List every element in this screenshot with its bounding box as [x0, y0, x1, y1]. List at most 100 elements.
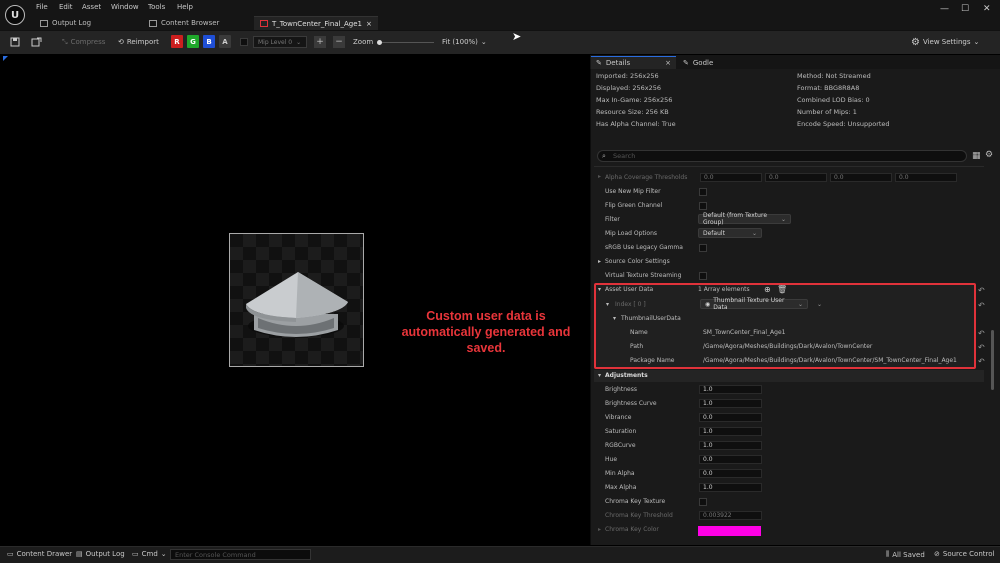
close-tab-icon[interactable]: ×: [366, 20, 372, 28]
mip-minus-button[interactable]: −: [333, 36, 345, 48]
reset-to-default-icon[interactable]: ↶: [978, 329, 985, 338]
all-saved-button[interactable]: ⫼ All Saved: [886, 550, 925, 559]
view-settings-button[interactable]: ⚙ View Settings ⌄: [911, 36, 979, 48]
zoom-slider-track[interactable]: [379, 42, 434, 43]
vibrance-field[interactable]: 0.0: [699, 413, 762, 422]
reimport-button[interactable]: ⟲ Reimport: [118, 36, 159, 48]
info-encode-speed: Encode Speed: Unsupported: [797, 120, 890, 128]
console-input[interactable]: Enter Console Command: [170, 549, 311, 560]
menu-window[interactable]: Window: [111, 3, 139, 11]
collapse-arrow-icon[interactable]: ▾: [598, 372, 601, 379]
chroma-key-texture-checkbox[interactable]: [699, 498, 707, 506]
reset-to-default-icon[interactable]: ↶: [978, 357, 985, 366]
reimport-label: Reimport: [126, 38, 159, 46]
reset-to-default-icon[interactable]: ↶: [978, 301, 985, 310]
expand-arrow-icon[interactable]: ▸: [598, 526, 601, 533]
drawer-icon: ▭: [7, 550, 14, 558]
view-settings-label: View Settings: [922, 38, 971, 46]
chevron-down-icon: ⌄: [296, 38, 302, 46]
menu-help[interactable]: Help: [177, 3, 193, 11]
brightness-curve-field[interactable]: 1.0: [699, 399, 762, 408]
alpha-coverage-x-field[interactable]: 0.0: [700, 173, 762, 182]
details-search-input[interactable]: ⌕ Search: [597, 150, 967, 162]
expand-arrow-icon[interactable]: ▸: [598, 258, 601, 265]
mip-checkbox[interactable]: [240, 38, 248, 46]
prop-rgbcurve-label: RGBCurve: [605, 442, 636, 449]
channel-a-toggle[interactable]: A: [219, 35, 231, 48]
hue-field[interactable]: 0.0: [699, 455, 762, 464]
details-scrollbar[interactable]: [991, 330, 994, 390]
saturation-field[interactable]: 1.0: [699, 427, 762, 436]
prop-max-alpha-label: Max Alpha: [605, 484, 637, 491]
prop-alpha-coverage-label: Alpha Coverage Thresholds: [605, 174, 688, 181]
prop-chroma-key-texture-label: Chroma Key Texture: [605, 498, 666, 505]
tab-details[interactable]: ✎ Details ×: [591, 56, 676, 69]
close-window-button[interactable]: ✕: [983, 4, 991, 14]
adjustments-label: Adjustments: [605, 372, 648, 379]
fit-dropdown[interactable]: Fit (100%) ⌄: [442, 36, 487, 48]
tab-content-browser[interactable]: Content Browser: [143, 16, 225, 30]
tab-texture-editor[interactable]: T_TownCenter_Final_Age1 ×: [254, 16, 378, 30]
use-new-mip-filter-checkbox[interactable]: [699, 188, 707, 196]
flip-green-checkbox[interactable]: [699, 202, 707, 210]
filter-dropdown[interactable]: Default (from Texture Group) ⌄: [698, 212, 791, 226]
menu-tools[interactable]: Tools: [148, 3, 165, 11]
prop-min-alpha-label: Min Alpha: [605, 470, 635, 477]
mip-level-dropdown[interactable]: Mip Level 0 ⌄: [253, 36, 307, 48]
log-icon: ▤: [76, 550, 83, 558]
settings-gear-icon[interactable]: ⚙: [985, 150, 993, 160]
menu-edit[interactable]: Edit: [59, 3, 73, 11]
adjustments-header[interactable]: [594, 370, 984, 382]
reset-to-default-icon[interactable]: ↶: [978, 286, 985, 295]
mip-plus-button[interactable]: +: [314, 36, 326, 48]
content-drawer-button[interactable]: ▭ Content Drawer: [7, 550, 72, 558]
info-num-mips: Number of Mips: 1: [797, 108, 857, 116]
rgbcurve-field[interactable]: 1.0: [699, 441, 762, 450]
prop-brightness-label: Brightness: [605, 386, 637, 393]
chroma-key-color-swatch[interactable]: [698, 526, 761, 536]
unreal-logo-icon[interactable]: U: [5, 5, 25, 25]
prop-vibrance-label: Vibrance: [605, 414, 632, 421]
chevron-down-icon: ⌄: [751, 229, 757, 237]
min-alpha-field[interactable]: 0.0: [699, 469, 762, 478]
minimize-button[interactable]: —: [940, 4, 949, 14]
pencil-icon: ✎: [683, 58, 689, 67]
menu-asset[interactable]: Asset: [82, 3, 101, 11]
virtual-streaming-checkbox[interactable]: [699, 272, 707, 280]
cmd-dropdown[interactable]: ▭ Cmd ⌄: [132, 550, 167, 558]
chroma-key-threshold-field[interactable]: 0.003922: [699, 511, 762, 520]
grid-view-icon[interactable]: ▦: [972, 151, 981, 161]
srgb-legacy-checkbox[interactable]: [699, 244, 707, 252]
maximize-button[interactable]: ☐: [961, 4, 969, 14]
tab-label: Content Browser: [161, 19, 220, 27]
expand-arrow-icon[interactable]: ▸: [598, 173, 601, 180]
texture-icon: [260, 20, 268, 27]
tab-godle[interactable]: ✎ Godle: [678, 56, 718, 69]
prop-use-new-mip-filter-label: Use New Mip Filter: [605, 188, 661, 195]
prop-source-color-label: Source Color Settings: [605, 258, 670, 265]
max-alpha-field[interactable]: 1.0: [699, 483, 762, 492]
alpha-coverage-w-field[interactable]: 0.0: [895, 173, 957, 182]
reset-to-default-icon[interactable]: ↶: [978, 343, 985, 352]
close-tab-icon[interactable]: ×: [665, 59, 671, 67]
source-control-button[interactable]: ⊘ Source Control: [934, 550, 994, 558]
prop-saturation-label: Saturation: [605, 428, 637, 435]
channel-g-toggle[interactable]: G: [187, 35, 199, 48]
mip-load-dropdown[interactable]: Default ⌄: [698, 228, 762, 238]
save-icon[interactable]: [10, 36, 20, 48]
menu-file[interactable]: File: [36, 3, 48, 11]
info-displayed: Displayed: 256x256: [596, 84, 661, 92]
compress-button[interactable]: ⤡ Compress: [62, 36, 105, 48]
zoom-slider-handle[interactable]: [377, 40, 382, 45]
tab-output-log[interactable]: Output Log: [34, 16, 97, 30]
search-placeholder: Search: [613, 152, 636, 160]
brightness-field[interactable]: 1.0: [699, 385, 762, 394]
channel-b-toggle[interactable]: B: [203, 35, 215, 48]
compress-icon: ⤡: [62, 37, 68, 46]
output-log-button[interactable]: ▤ Output Log: [76, 550, 125, 558]
channel-r-toggle[interactable]: R: [171, 35, 183, 48]
alpha-coverage-y-field[interactable]: 0.0: [765, 173, 827, 182]
alpha-coverage-z-field[interactable]: 0.0: [830, 173, 892, 182]
mip-level-value: Mip Level 0: [258, 38, 293, 46]
browse-icon[interactable]: [31, 36, 42, 48]
